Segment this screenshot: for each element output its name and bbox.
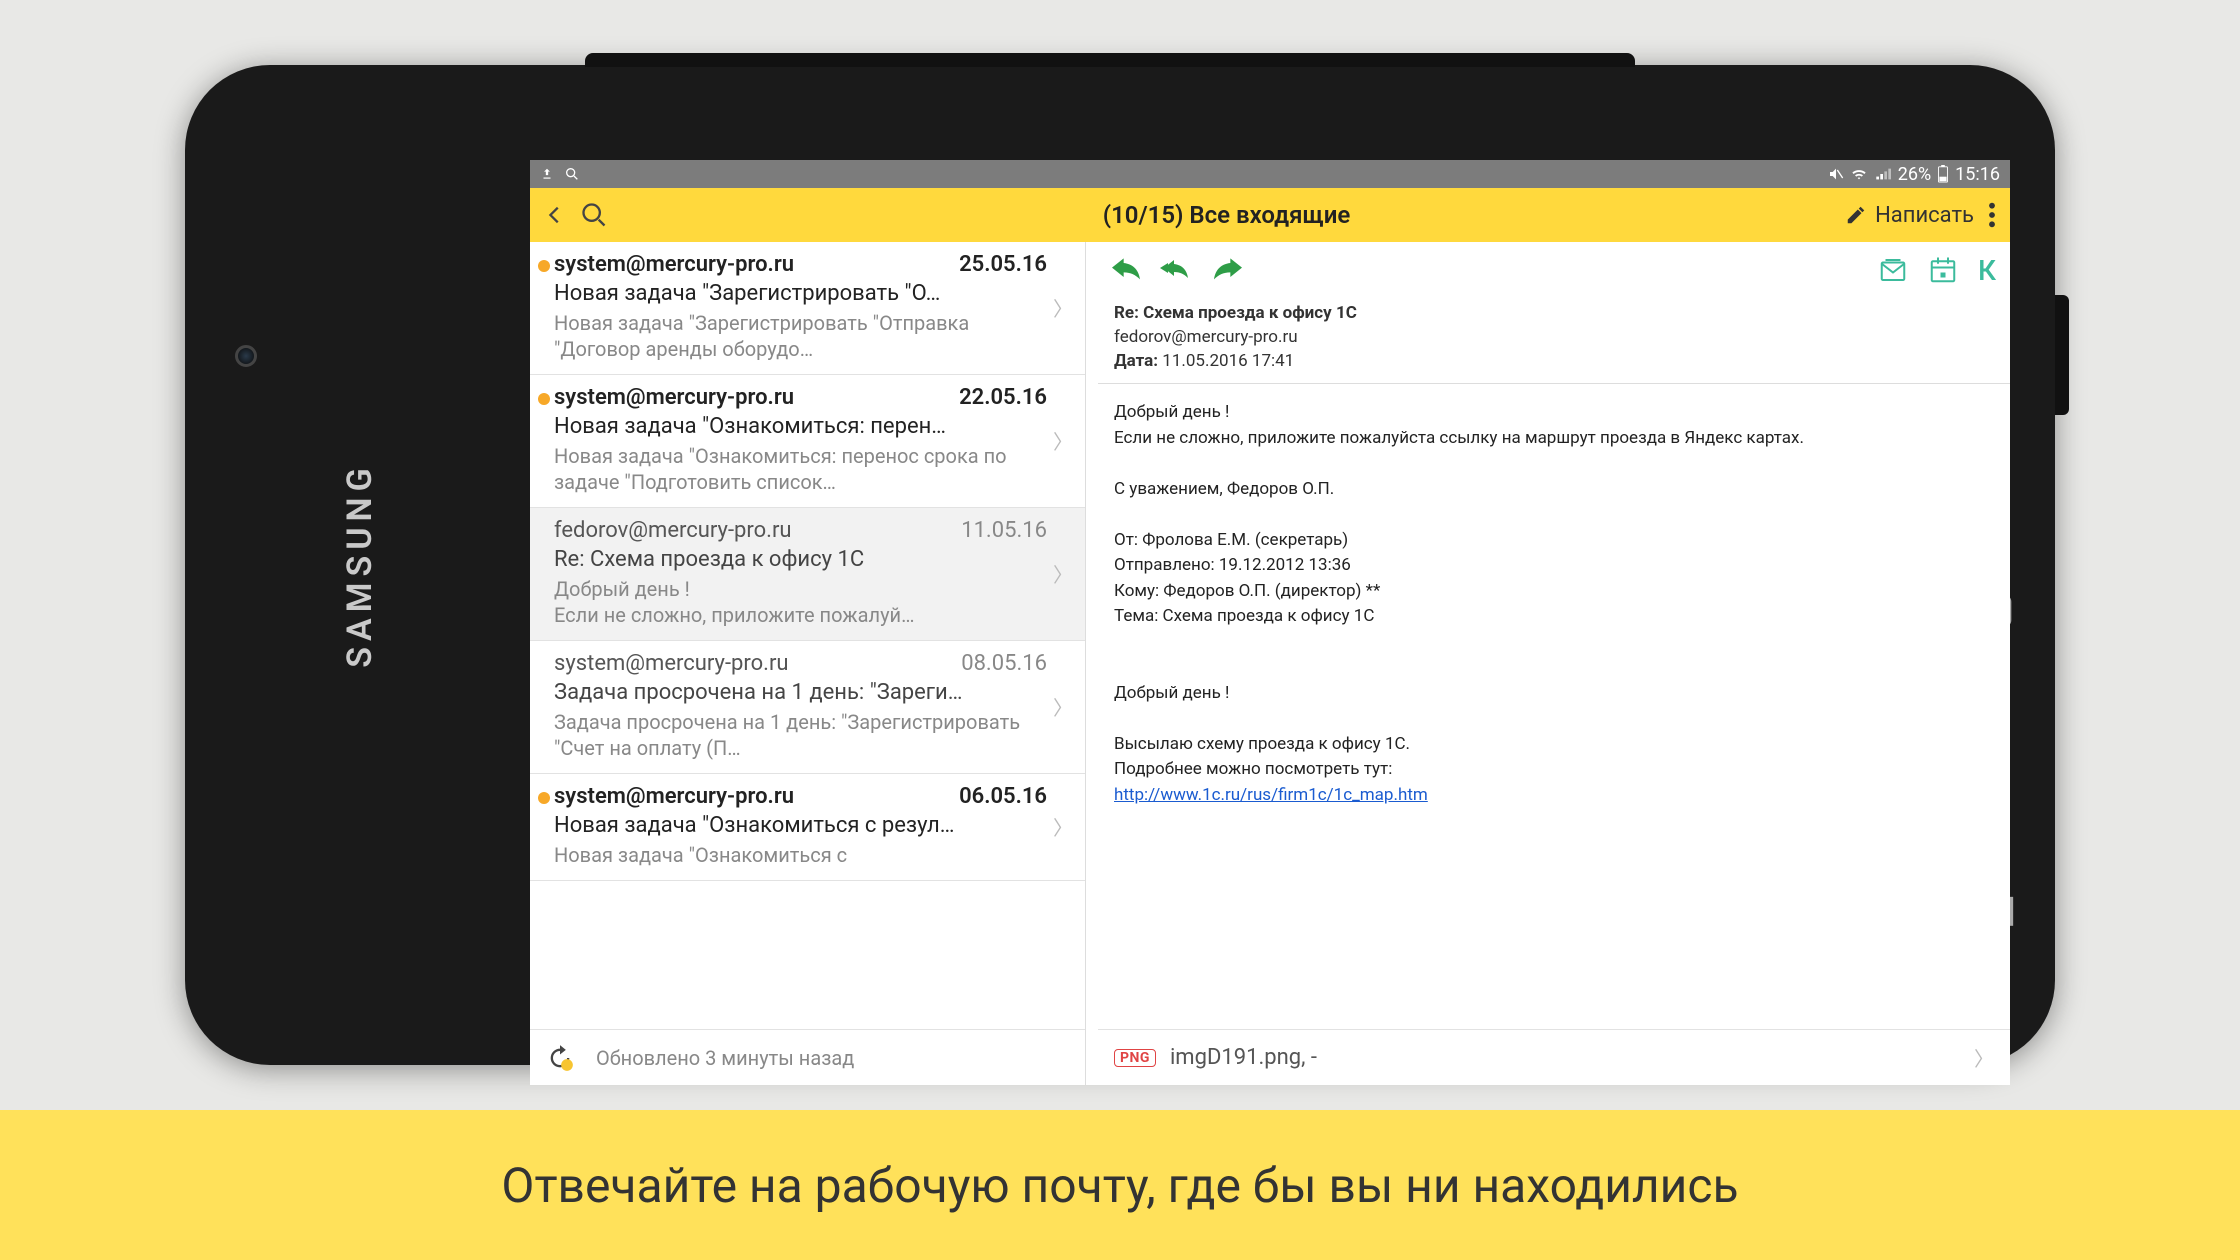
calendar-icon[interactable] [1928,255,1958,285]
row-subject: Новая задача "Ознакомиться с резул… [554,813,1047,838]
power-button[interactable] [2055,295,2069,415]
page-title: (10/15) Все входящие [622,201,1831,229]
row-sender: system@mercury-pro.ru [554,784,949,809]
attachment-name: imgD191.png, - [1170,1045,1954,1070]
message-row[interactable]: system@mercury-pro.ru 22.05.16 Новая задач… [530,375,1085,508]
screen: 26% 15:16 (10/15) Все входящие Написать … [530,160,2010,1085]
tablet-frame: SAMSUNG 26% 15:16 [185,65,2055,1065]
chevron-right-icon: 〉 [1047,812,1073,841]
search-status-icon [564,166,580,182]
attachment-bar[interactable]: PNG imgD191.png, - 〉 [1098,1029,2010,1085]
device-brand: SAMSUNG [340,462,380,668]
row-subject: Задача просрочена на 1 день: "Зареги… [554,680,1047,705]
chevron-right-icon: 〉 [1047,692,1073,721]
row-date: 25.05.16 [959,252,1047,277]
mute-icon [1828,166,1844,182]
chevron-right-icon: 〉 [1047,559,1073,588]
compose-label: Написать [1875,203,1974,228]
row-date: 06.05.16 [959,784,1047,809]
message-header: Re: Схема проезда к офису 1С fedorov@mer… [1098,298,2010,384]
row-preview: Новая задача "Ознакомиться: перенос срок… [554,443,1047,495]
msg-date-value: 11.05.2016 17:41 [1162,351,1294,371]
list-footer: Обновлено 3 минуты назад [530,1029,1085,1085]
message-list-pane: system@mercury-pro.ru 25.05.16 Новая задач… [530,242,1086,1085]
row-subject: Новая задача "Зарегистрировать "О… [554,281,1047,306]
overflow-menu-icon[interactable] [1988,201,1996,229]
message-link[interactable]: http://www.1c.ru/rus/firm1c/1c_map.htm [1114,785,1428,805]
marketing-banner: Отвечайте на рабочую почту, где бы вы ни… [0,1110,2240,1260]
refresh-icon[interactable] [546,1044,574,1072]
row-subject: Новая задача "Ознакомиться: перен… [554,414,1047,439]
signal-icon [1874,166,1892,182]
msg-from: fedorov@mercury-pro.ru [1114,326,1994,350]
reply-icon[interactable] [1112,258,1140,282]
reply-all-icon[interactable] [1160,258,1194,282]
unread-dot [538,393,550,405]
message-toolbar: К [1098,242,2010,298]
unread-dot [538,260,550,272]
message-view-pane: К Re: Схема проезда к офису 1С fedorov@m… [1098,242,2010,1085]
pencil-icon [1845,204,1867,226]
compose-button[interactable]: Написать [1845,203,1974,228]
row-sender: system@mercury-pro.ru [554,385,949,410]
chevron-right-icon: 〉 [1968,1043,1994,1072]
row-preview: Новая задача "Зарегистрировать "Отправка… [554,310,1047,362]
banner-text: Отвечайте на рабочую почту, где бы вы ни… [501,1157,1738,1214]
upload-icon [540,167,554,181]
row-sender: fedorov@mercury-pro.ru [554,518,951,543]
row-date: 08.05.16 [961,651,1047,676]
row-date: 22.05.16 [959,385,1047,410]
message-body[interactable]: Добрый день !Если не сложно, приложите п… [1098,384,2010,1029]
front-camera [235,345,257,367]
refresh-status: Обновлено 3 минуты назад [596,1046,854,1070]
status-bar: 26% 15:16 [530,160,2010,188]
split-layout: system@mercury-pro.ru 25.05.16 Новая задач… [530,242,2010,1085]
row-subject: Re: Схема проезда к офису 1С [554,547,1047,572]
battery-pct: 26% [1898,164,1931,185]
message-row[interactable]: system@mercury-pro.ru 25.05.16 Новая задач… [530,242,1085,375]
row-preview: Новая задача "Ознакомиться с [554,842,1047,868]
back-icon[interactable] [544,204,566,226]
msg-subject: Re: Схема проезда к офису 1С [1114,303,1357,323]
message-list[interactable]: system@mercury-pro.ru 25.05.16 Новая задач… [530,242,1085,1029]
row-date: 11.05.16 [961,518,1047,543]
chevron-right-icon: 〉 [1047,293,1073,322]
attachment-type-badge: PNG [1114,1049,1156,1067]
row-sender: system@mercury-pro.ru [554,252,949,277]
forward-icon[interactable] [1214,258,1242,282]
inbox-icon[interactable] [1878,255,1908,285]
row-preview: Добрый день !Если не сложно, приложите п… [554,576,1047,628]
message-row[interactable]: fedorov@mercury-pro.ru 11.05.16 Re: Схема … [530,508,1085,641]
msg-date-label: Дата: [1114,351,1158,371]
chevron-right-icon: 〉 [1047,426,1073,455]
row-sender: system@mercury-pro.ru [554,651,951,676]
clock: 15:16 [1955,164,2000,185]
row-preview: Задача просрочена на 1 день: "Зарегистри… [554,709,1047,761]
avatar-letter[interactable]: К [1978,254,1996,287]
message-row[interactable]: system@mercury-pro.ru 08.05.16 Задача прос… [530,641,1085,774]
wifi-icon [1850,166,1868,182]
unread-dot [538,792,550,804]
search-icon[interactable] [580,201,608,229]
message-row[interactable]: system@mercury-pro.ru 06.05.16 Новая задач… [530,774,1085,881]
battery-icon [1937,165,1949,183]
app-bar: (10/15) Все входящие Написать [530,188,2010,242]
